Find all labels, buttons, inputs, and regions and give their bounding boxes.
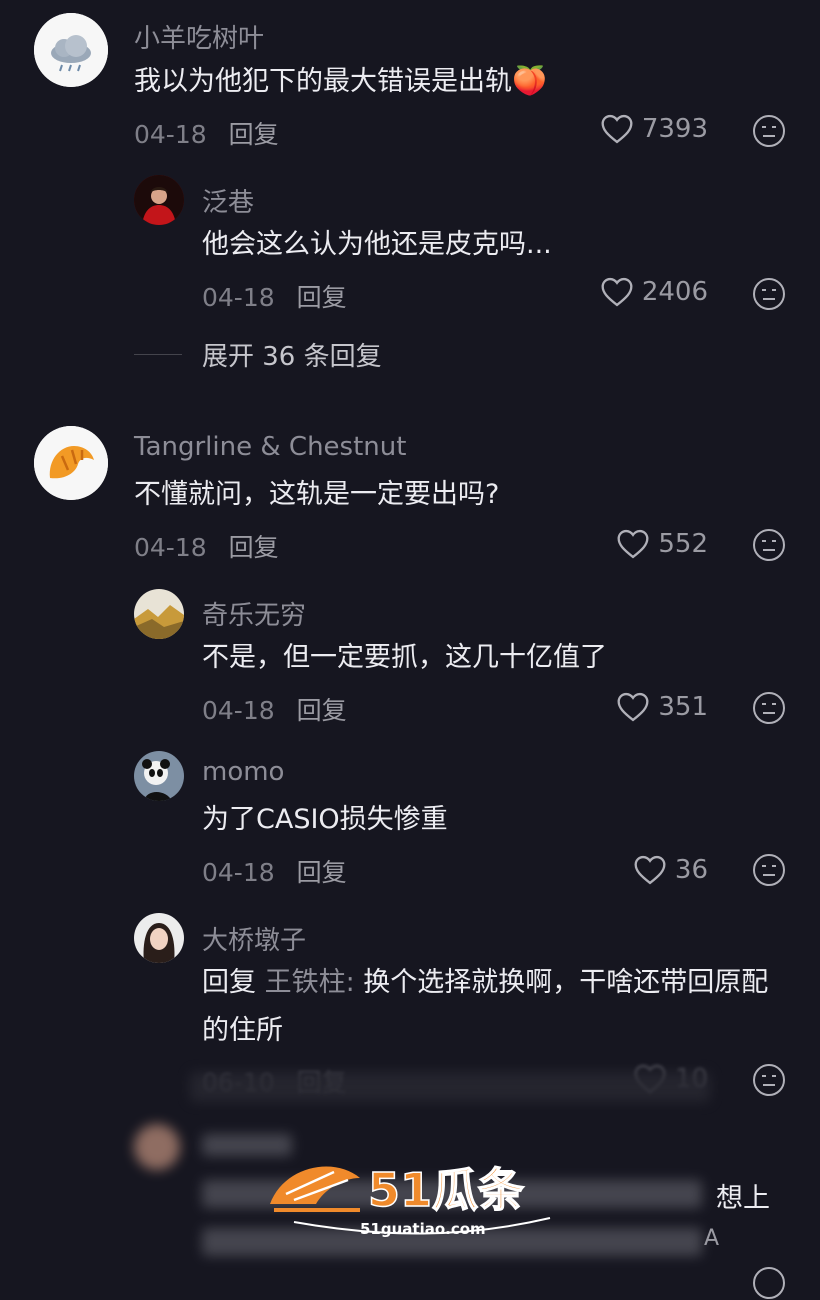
dislike-face-icon[interactable] [752,691,786,725]
reply-button[interactable]: 回复 [297,858,347,887]
comment-text: 我以为他犯下的最大错误是出轨🍑 [134,64,547,97]
like-count: 7393 [641,114,708,144]
reply-button[interactable]: 回复 [229,120,279,149]
comment-meta: 04-18 回复 [134,115,279,151]
watermelon-logo-icon: 51瓜条 51guatiao.com [270,1162,551,1238]
expand-replies-button[interactable]: 展开 36 条回复 [134,336,382,373]
reply-text: 为了CASIO损失惨重 [202,804,448,835]
reply-button[interactable]: 回复 [229,533,279,562]
expand-replies-label: 展开 36 条回复 [202,342,382,372]
dislike-face-icon[interactable] [752,1063,786,1097]
watermark-brand: 51瓜条 [368,1163,524,1217]
username[interactable]: 奇乐无穷 [202,595,306,632]
rain-cloud-icon [34,13,108,87]
username[interactable]: 小羊吃树叶 [134,18,264,55]
username[interactable]: 大桥墩子 [202,920,306,957]
watermark-url: 51guatiao.com [360,1220,486,1238]
avatar[interactable] [134,589,184,639]
divider [134,354,182,355]
peach-emoji: 🍑 [512,64,547,97]
dislike-face-icon[interactable] [752,114,786,148]
username[interactable]: Tangrline & Chestnut [134,432,406,462]
mention-link[interactable]: 王铁柱: [265,967,355,998]
dislike-face-icon[interactable] [752,853,786,887]
like-button[interactable]: 552 [616,529,708,559]
dislike-face-icon[interactable] [752,1266,786,1300]
dislike-face-icon[interactable] [752,277,786,311]
partial-text: 想上 [716,1183,770,1214]
comment-date: 04-18 [134,120,207,149]
reply-text: 不是，但一定要抓，这几十亿值了 [202,642,607,673]
user-photo-icon [134,175,184,225]
dislike-face-icon[interactable] [752,528,786,562]
avatar[interactable] [34,13,108,87]
watermark: 51瓜条 51guatiao.com [264,1148,556,1240]
croissant-icon [34,426,108,500]
like-count: 2406 [641,277,708,307]
blurred-region [190,1072,710,1102]
like-button[interactable]: 351 [616,692,708,722]
blurred-avatar [134,1124,180,1170]
partial-text: A [704,1226,720,1251]
landscape-photo-icon [134,589,184,639]
comment-date: 04-18 [202,696,275,725]
reply-button[interactable]: 回复 [297,696,347,725]
avatar[interactable] [134,175,184,225]
like-count: 351 [658,692,708,722]
comment-date: 04-18 [202,283,275,312]
reply-text: 回复 王铁柱: 换个选择就换啊，干啥还带回原配的住所 [202,967,769,1046]
heart-icon [601,114,633,144]
comment-meta: 04-18 回复 [202,853,347,889]
comment-meta: 04-18 回复 [134,528,279,564]
comment-meta: 04-18 回复 [202,691,347,727]
heart-icon [617,692,649,722]
like-button[interactable]: 2406 [600,277,708,307]
like-button[interactable]: 7393 [600,114,708,144]
username[interactable]: momo [202,757,284,787]
avatar[interactable] [134,751,184,801]
avatar[interactable] [34,426,108,500]
like-count: 552 [658,529,708,559]
heart-icon [617,529,649,559]
comment-date: 04-18 [202,858,275,887]
like-count: 36 [674,855,708,885]
comment-meta: 04-18 回复 [202,278,347,314]
reply-button[interactable]: 回复 [297,283,347,312]
reply-text: 他会这么认为他还是皮克吗... [202,229,552,260]
user-photo-icon [134,913,184,963]
username[interactable]: 泛巷 [202,182,254,219]
comment-date: 04-18 [134,533,207,562]
like-button[interactable]: 36 [633,855,708,885]
avatar[interactable] [134,913,184,963]
comment-text: 不懂就问，这轨是一定要出吗? [134,479,500,510]
panda-icon [134,751,184,801]
heart-icon [634,855,666,885]
heart-icon [601,277,633,307]
